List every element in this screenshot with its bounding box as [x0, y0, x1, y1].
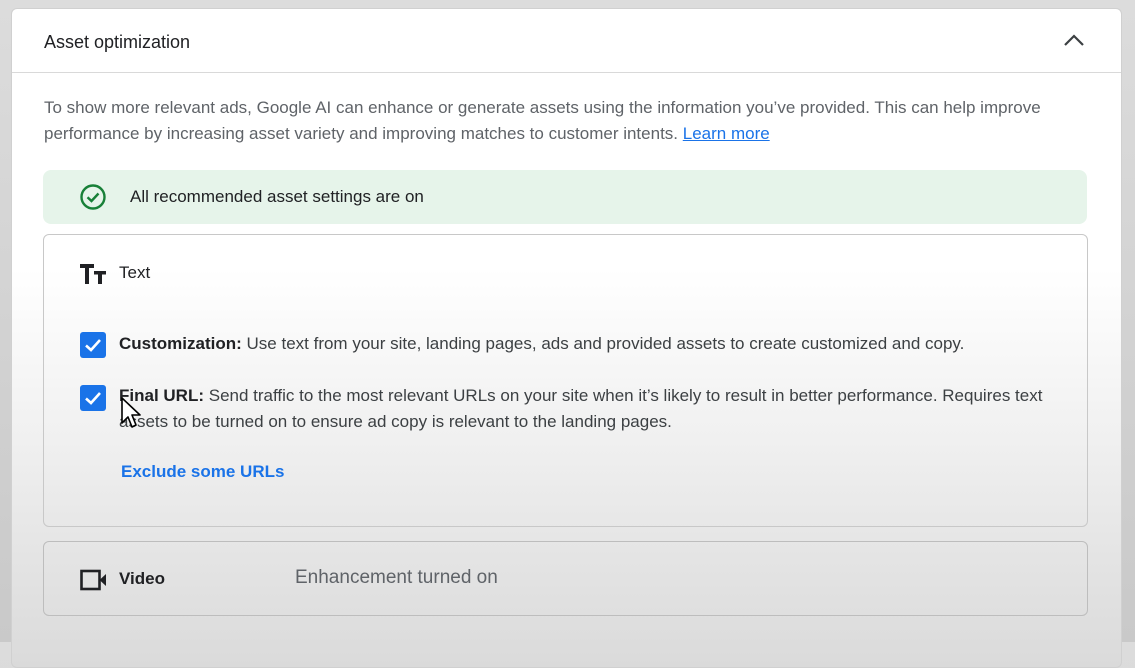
- video-status-text: Enhancement turned on: [295, 567, 498, 588]
- text-asset-card: Text Customization: Use text from your s…: [43, 234, 1088, 527]
- video-camera-icon: [80, 569, 108, 591]
- customization-checkbox[interactable]: [80, 332, 106, 358]
- customization-label: Customization:: [119, 334, 242, 353]
- final-url-checkbox[interactable]: [80, 385, 106, 411]
- asset-optimization-panel: Asset optimization To show more relevant…: [11, 8, 1122, 668]
- description-text: To show more relevant ads, Google AI can…: [44, 98, 1041, 143]
- exclude-urls-link[interactable]: Exclude some URLs: [121, 462, 284, 482]
- mouse-pointer-icon: [121, 397, 145, 433]
- banner-text: All recommended asset settings are on: [130, 187, 424, 206]
- panel-header[interactable]: Asset optimization: [12, 9, 1121, 73]
- final-url-option: Final URL: Send traffic to the most rele…: [119, 383, 1049, 435]
- learn-more-link[interactable]: Learn more: [683, 124, 770, 143]
- text-card-title: Text: [119, 263, 151, 282]
- video-asset-card[interactable]: Video Enhancement turned on: [43, 541, 1088, 616]
- chevron-up-icon[interactable]: [1061, 28, 1087, 54]
- video-card-title: Video: [119, 569, 165, 588]
- check-circle-icon: [79, 183, 107, 211]
- panel-title: Asset optimization: [44, 32, 191, 52]
- panel-description: To show more relevant ads, Google AI can…: [44, 95, 1084, 147]
- customization-option: Customization: Use text from your site, …: [119, 331, 1049, 357]
- final-url-description: Send traffic to the most relevant URLs o…: [119, 386, 1043, 431]
- text-fields-icon: [79, 262, 109, 286]
- status-banner: All recommended asset settings are on: [43, 170, 1087, 224]
- customization-description: Use text from your site, landing pages, …: [246, 334, 965, 353]
